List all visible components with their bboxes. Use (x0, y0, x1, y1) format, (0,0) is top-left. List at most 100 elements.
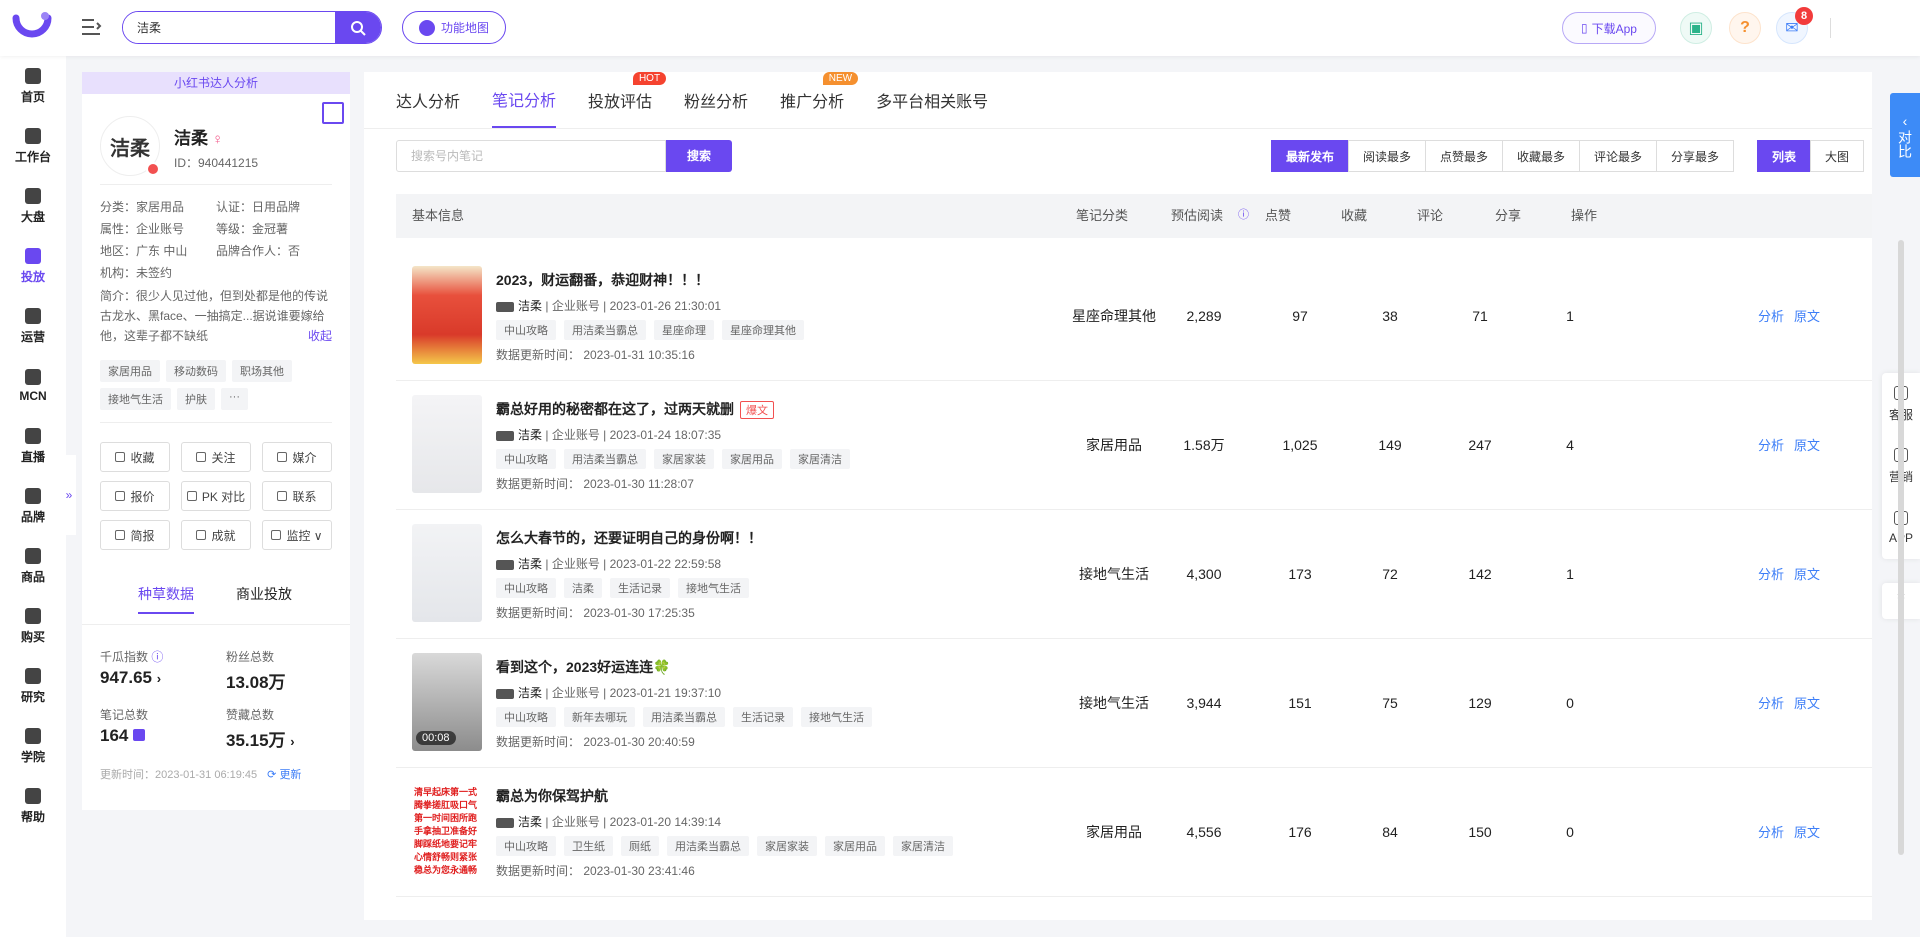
sort-option-1[interactable]: 阅读最多 (1348, 140, 1426, 172)
nav-item-4[interactable]: 运营 (0, 296, 66, 356)
analyze-link[interactable]: 分析 (1758, 309, 1784, 324)
action-button-2[interactable]: 媒介 (262, 442, 332, 472)
note-thumbnail[interactable]: 00:08 (412, 653, 482, 751)
info-icon[interactable]: ⓘ (151, 650, 163, 664)
note-tag[interactable]: 星座命理其他 (722, 320, 804, 340)
qr-code-icon[interactable] (322, 102, 344, 124)
analyze-link[interactable]: 分析 (1758, 567, 1784, 582)
analyze-link[interactable]: 分析 (1758, 696, 1784, 711)
note-thumbnail[interactable] (412, 524, 482, 622)
note-tag[interactable]: 用洁柔当霸总 (564, 320, 646, 340)
profile-tag[interactable]: 移动数码 (166, 360, 226, 382)
note-tag[interactable]: 家居家装 (654, 449, 714, 469)
tab-0[interactable]: 达人分析 (396, 72, 460, 128)
note-tag[interactable]: 中山攻略 (496, 578, 556, 598)
note-title[interactable]: 2023，财运翻番，恭迎财神！！！ (496, 270, 709, 290)
tab-4[interactable]: 推广分析 NEW (780, 72, 859, 128)
action-button-4[interactable]: PK 对比 (181, 481, 251, 511)
refresh-update-link[interactable]: ⟳ 更新 (267, 769, 301, 781)
sort-option-3[interactable]: 收藏最多 (1502, 140, 1580, 172)
nav-item-10[interactable]: 研究 (0, 656, 66, 716)
download-app-button[interactable]: ▯ 下载App (1562, 12, 1656, 44)
tab-3[interactable]: 粉丝分析 (684, 72, 748, 128)
expand-panel-toggle[interactable]: » (62, 455, 76, 535)
action-button-8[interactable]: 监控 ∨ (262, 520, 332, 550)
note-tag[interactable]: 家居清洁 (790, 449, 850, 469)
nav-item-9[interactable]: 购买 (0, 596, 66, 656)
profile-tag[interactable]: 家居用品 (100, 360, 160, 382)
nav-item-0[interactable]: 首页 (0, 56, 66, 116)
note-tag[interactable]: 星座命理 (654, 320, 714, 340)
note-tag[interactable]: 生活记录 (733, 707, 793, 727)
profile-tag[interactable]: ··· (221, 388, 248, 410)
note-title[interactable]: 霸总为你保驾护航 (496, 786, 608, 806)
nav-item-12[interactable]: 帮助 (0, 776, 66, 836)
note-tag[interactable]: 家居用品 (722, 449, 782, 469)
note-tag[interactable]: 洁柔 (564, 578, 602, 598)
likes-total-value[interactable]: 35.15万 › (226, 726, 295, 751)
analyze-link[interactable]: 分析 (1758, 825, 1784, 840)
sort-option-4[interactable]: 评论最多 (1579, 140, 1657, 172)
tab-1[interactable]: 笔记分析 (492, 72, 557, 128)
note-thumbnail[interactable] (412, 395, 482, 493)
sort-option-0[interactable]: 最新发布 (1271, 140, 1349, 172)
note-tag[interactable]: 用洁柔当霸总 (564, 449, 646, 469)
note-title[interactable]: 看到这个，2023好运连连🍀 (496, 657, 671, 677)
function-map-button[interactable]: 功能地图 (402, 11, 506, 44)
compare-tab[interactable]: ‹ 对比 (1890, 93, 1920, 177)
profile-tag[interactable]: 接地气生活 (100, 388, 171, 410)
profile-tag[interactable]: 职场其他 (232, 360, 292, 382)
note-tag[interactable]: 新年去哪玩 (564, 707, 635, 727)
action-button-7[interactable]: 成就 (181, 520, 251, 550)
tab-commercial[interactable]: 商业投放 (236, 584, 292, 614)
note-tag[interactable]: 中山攻略 (496, 836, 556, 856)
note-tag[interactable]: 家居家装 (757, 836, 817, 856)
analyze-link[interactable]: 分析 (1758, 438, 1784, 453)
view-option-1[interactable]: 大图 (1810, 140, 1864, 172)
note-thumbnail[interactable]: 清早起床第一式腾拳搓肛吸口气第一时间困所跑手拿抽卫准备好脚踩纸地要记牢心情舒畅则… (412, 782, 482, 880)
nav-item-6[interactable]: 直播 (0, 416, 66, 476)
global-search-button[interactable] (335, 12, 381, 43)
nav-item-2[interactable]: 大盘 (0, 176, 66, 236)
note-tag[interactable]: 中山攻略 (496, 449, 556, 469)
note-tag[interactable]: 厕纸 (621, 836, 659, 856)
action-button-5[interactable]: 联系 (262, 481, 332, 511)
global-search-input[interactable] (123, 12, 333, 43)
scrollbar[interactable] (1898, 240, 1904, 855)
nav-item-11[interactable]: 学院 (0, 716, 66, 776)
note-title[interactable]: 怎么大春节的，还要证明自己的身份啊！！ (496, 528, 762, 548)
action-button-6[interactable]: 简报 (100, 520, 170, 550)
nav-item-3[interactable]: 投放 (0, 236, 66, 296)
mail-icon[interactable]: ✉ 8 (1776, 7, 1813, 44)
briefcase-icon[interactable]: ▣ (1680, 12, 1712, 44)
original-link[interactable]: 原文 (1794, 438, 1820, 453)
note-tag[interactable]: 接地气生活 (678, 578, 749, 598)
profile-tag[interactable]: 护肤 (177, 388, 215, 410)
original-link[interactable]: 原文 (1794, 567, 1820, 582)
sort-option-5[interactable]: 分享最多 (1656, 140, 1734, 172)
qiangua-index-value[interactable]: 947.65 › (100, 668, 161, 688)
note-tag[interactable]: 家居清洁 (893, 836, 953, 856)
note-title[interactable]: 霸总好用的秘密都在这了，过两天就删 爆文 (496, 399, 774, 419)
action-button-1[interactable]: 关注 (181, 442, 251, 472)
sort-option-2[interactable]: 点赞最多 (1425, 140, 1503, 172)
original-link[interactable]: 原文 (1794, 309, 1820, 324)
nav-item-5[interactable]: MCN (0, 356, 66, 416)
note-search-button[interactable]: 搜索 (666, 140, 732, 172)
action-button-3[interactable]: 报价 (100, 481, 170, 511)
note-search-input[interactable]: 搜索号内笔记 (396, 140, 666, 172)
tab-5[interactable]: 多平台相关账号 (876, 72, 988, 128)
tab-2[interactable]: 投放评估 HOT (588, 72, 667, 128)
note-tag[interactable]: 用洁柔当霸总 (667, 836, 749, 856)
original-link[interactable]: 原文 (1794, 696, 1820, 711)
nav-item-8[interactable]: 商品 (0, 536, 66, 596)
action-button-0[interactable]: 收藏 (100, 442, 170, 472)
note-tag[interactable]: 中山攻略 (496, 707, 556, 727)
nav-item-7[interactable]: 品牌 (0, 476, 66, 536)
note-tag[interactable]: 中山攻略 (496, 320, 556, 340)
menu-toggle-icon[interactable] (80, 16, 102, 38)
note-tag[interactable]: 用洁柔当霸总 (643, 707, 725, 727)
view-option-0[interactable]: 列表 (1757, 140, 1811, 172)
tab-seeding-data[interactable]: 种草数据 (138, 584, 194, 614)
note-tag[interactable]: 生活记录 (610, 578, 670, 598)
